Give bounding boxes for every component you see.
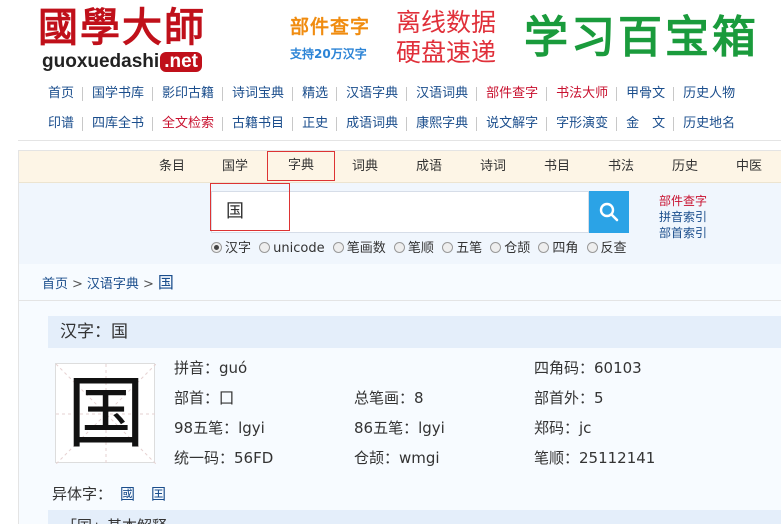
tab-calligraphy[interactable]: 书法 xyxy=(596,151,646,183)
info-sijiao: 四角码：60103 xyxy=(534,359,642,377)
breadcrumb: 首页 > 汉语字典 > 国 xyxy=(42,273,174,292)
nav-facsimile-books[interactable]: 影印古籍 xyxy=(152,87,222,101)
info-stroke-order: 笔顺：25112141 xyxy=(534,449,656,467)
basic-definition-header: 「国」基本解释 xyxy=(48,510,781,524)
char-header-label: 汉字：国 xyxy=(60,322,128,342)
radio-sijiao[interactable]: 四角 xyxy=(538,237,578,256)
ad-component-lookup[interactable]: 部件查字 支持20万汉字 xyxy=(290,14,390,66)
radio-reverse[interactable]: 反查 xyxy=(586,237,627,256)
nav-char-dict[interactable]: 汉语字典 xyxy=(336,87,406,101)
side-links: 部件查字 拼音索引 部首索引 xyxy=(659,193,759,241)
search-button[interactable] xyxy=(589,191,629,233)
nav-guoxue-library[interactable]: 国学书库 xyxy=(82,87,152,101)
tab-guoxue[interactable]: 国学 xyxy=(210,151,260,183)
basic-definition-label: 「国」基本解释 xyxy=(62,516,167,524)
top-nav-row2: 印谱 四库全书 全文检索 古籍书目 正史 成语词典 康熙字典 说文解字 字形演变金 文历史地名 xyxy=(38,109,781,139)
info-unicode: 统一码：56FD xyxy=(174,449,274,467)
nav-shuowen[interactable]: 说文解字 xyxy=(476,117,546,131)
tab-cidian[interactable]: 词典 xyxy=(340,151,390,183)
radio-unicode[interactable]: unicode xyxy=(259,241,325,256)
search-tabs: 条目 国学 字典 词典 成语 诗词 书目 书法 历史 中医 xyxy=(19,151,781,183)
radio-cangjie[interactable]: 仓颉 xyxy=(490,237,530,256)
nav-calligraphy[interactable]: 书法大师 xyxy=(546,87,616,101)
tab-history[interactable]: 历史 xyxy=(660,151,710,183)
nav-siku[interactable]: 四库全书 xyxy=(82,117,152,131)
nav-book-catalog[interactable]: 古籍书目 xyxy=(222,117,292,131)
nav-kangxi-dict[interactable]: 康熙字典 xyxy=(406,117,476,131)
variant-chars: 异体字： 國囯 xyxy=(52,484,166,504)
breadcrumb-home[interactable]: 首页 xyxy=(42,277,68,292)
nav-bronze-script[interactable]: 金 文 xyxy=(616,117,673,131)
nav-selected[interactable]: 精选 xyxy=(292,87,336,101)
tab-entry[interactable]: 条目 xyxy=(147,151,197,183)
radio-hanzi[interactable]: 汉字 xyxy=(211,237,251,256)
radio-stroke-count[interactable]: 笔画数 xyxy=(332,237,386,256)
logo-chinese: 國學大師 xyxy=(38,4,206,51)
nav-official-history[interactable]: 正史 xyxy=(292,117,336,131)
divider xyxy=(18,300,781,301)
search-area: 国 汉字 unicode 笔画数 笔顺 五笔 仓颉 四角 反查 部件查字 拼音索… xyxy=(19,183,781,265)
char-glyph: 国 xyxy=(66,369,145,459)
breadcrumb-dict[interactable]: 汉语字典 xyxy=(87,277,139,292)
variant-char-link[interactable]: 囯 xyxy=(151,485,166,503)
search-type-options: 汉字 unicode 笔画数 笔顺 五笔 仓颉 四角 反查 xyxy=(211,237,661,257)
info-pinyin: 拼音：guó xyxy=(174,359,248,377)
top-nav-row1: 首页 国学书库 影印古籍 诗词宝典 精选 汉语字典 汉语词典 部件查字 书法大师 甲骨文 历史人物 xyxy=(38,79,781,109)
breadcrumb-current[interactable]: 国 xyxy=(158,273,174,292)
link-component-lookup[interactable]: 部件查字 xyxy=(659,193,759,209)
info-zhengma: 郑码：jc xyxy=(534,419,592,437)
input-highlight xyxy=(210,183,290,231)
info-wubi98: 98五笔：lgyi xyxy=(174,419,265,437)
radio-wubi[interactable]: 五笔 xyxy=(442,237,482,256)
info-radical: 部首：囗 xyxy=(174,389,235,407)
logo-domain: guoxuedashi .net xyxy=(42,52,202,72)
site-logo[interactable]: 國學大師 guoxuedashi .net xyxy=(38,6,258,76)
nav-historical-figures[interactable]: 历史人物 xyxy=(673,87,743,101)
nav-home[interactable]: 首页 xyxy=(38,87,82,101)
tab-chengyu[interactable]: 成语 xyxy=(404,151,454,183)
info-cangjie: 仓颉：wmgi xyxy=(354,449,440,467)
variant-char-link[interactable]: 國 xyxy=(120,485,135,503)
nav-seal-catalog[interactable]: 印谱 xyxy=(38,117,82,131)
tab-tcm[interactable]: 中医 xyxy=(724,151,774,183)
divider xyxy=(18,140,781,141)
nav-fulltext-search[interactable]: 全文检索 xyxy=(152,117,222,131)
info-strokes-outside-radical: 部首外：5 xyxy=(534,389,604,407)
tab-poetry[interactable]: 诗词 xyxy=(468,151,518,183)
search-icon xyxy=(599,202,619,222)
tab-zidian[interactable]: 字典 xyxy=(267,151,335,181)
ad-offline-data[interactable]: 离线数据 硬盘速递 xyxy=(396,8,521,70)
variants-label: 异体字： xyxy=(52,485,113,503)
nav-poetry[interactable]: 诗词宝典 xyxy=(222,87,292,101)
char-glyph-image: 国 xyxy=(55,363,156,464)
link-pinyin-index[interactable]: 拼音索引 xyxy=(659,209,759,225)
radio-stroke-order[interactable]: 笔顺 xyxy=(393,237,434,256)
info-wubi86: 86五笔：lgyi xyxy=(354,419,445,437)
info-total-strokes: 总笔画：8 xyxy=(354,389,424,407)
nav-component-lookup[interactable]: 部件查字 xyxy=(476,87,546,101)
nav-glyph-evolution[interactable]: 字形演变 xyxy=(546,117,616,131)
nav-historical-places[interactable]: 历史地名 xyxy=(673,117,743,131)
ad-slogan[interactable]: 学习百宝箱 xyxy=(524,10,759,66)
nav-oracle-bone[interactable]: 甲骨文 xyxy=(616,87,673,101)
nav-word-dict[interactable]: 汉语词典 xyxy=(406,87,476,101)
char-header: 汉字：国 xyxy=(48,316,781,348)
nav-idiom-dict[interactable]: 成语词典 xyxy=(336,117,406,131)
search-panel: 条目 国学 字典 词典 成语 诗词 书目 书法 历史 中医 国 汉字 unico… xyxy=(18,150,781,265)
tab-bibliography[interactable]: 书目 xyxy=(532,151,582,183)
link-radical-index[interactable]: 部首索引 xyxy=(659,225,759,241)
